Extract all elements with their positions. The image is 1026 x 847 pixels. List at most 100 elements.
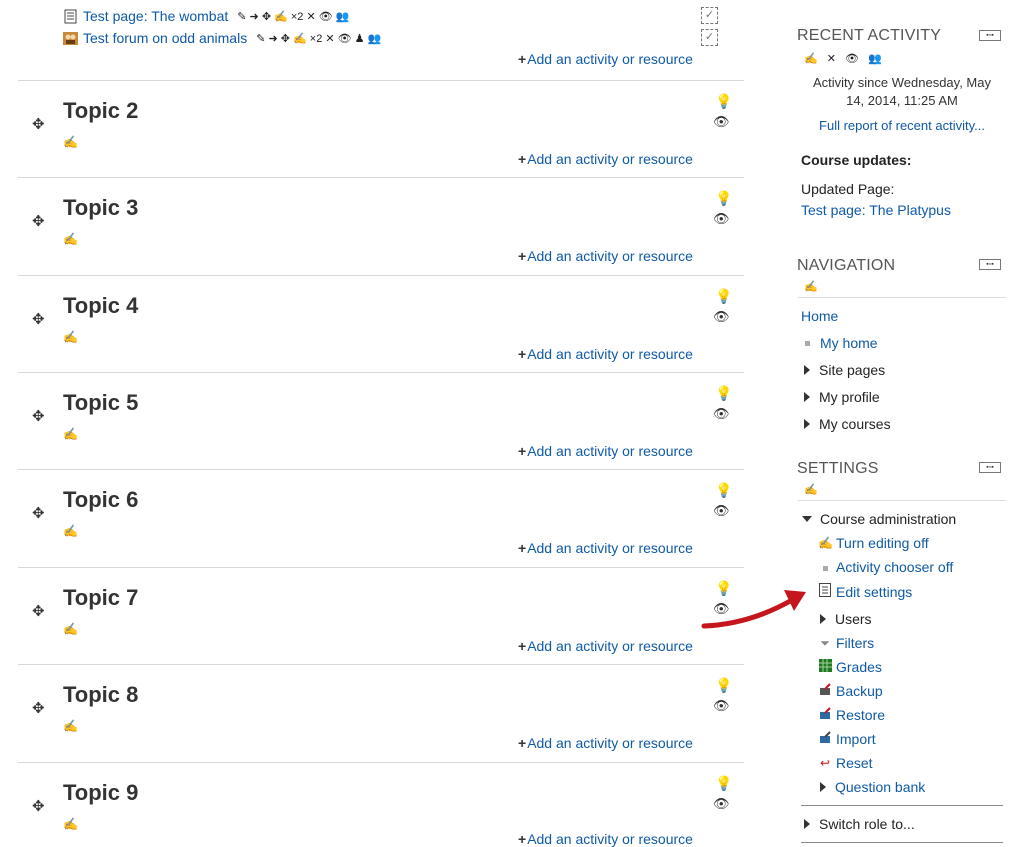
expand-icon[interactable] bbox=[804, 365, 810, 375]
edit-summary-icon[interactable]: ✍ bbox=[63, 817, 78, 831]
visibility-eye-icon[interactable]: 👁 bbox=[713, 796, 730, 812]
settings-users[interactable]: Users bbox=[820, 611, 872, 627]
side-column: RECENT ACTIVITY ▪▫▪ ✍ ✕ 👁 👥 Activity sin… bbox=[790, 0, 1016, 845]
import-icon bbox=[818, 731, 832, 747]
edit-icons[interactable]: ✎ ➜ ✥ ✍ ×2 ✕ 👁 ♟ 👥 bbox=[256, 32, 381, 45]
nav-home-link[interactable]: Home bbox=[801, 308, 838, 324]
topic-title: Topic 5 bbox=[63, 390, 139, 415]
divider bbox=[798, 297, 1006, 298]
edit-summary-icon[interactable]: ✍ bbox=[63, 330, 78, 344]
settings-question-bank[interactable]: Question bank bbox=[820, 779, 925, 795]
add-activity-link[interactable]: +Add an activity or resource bbox=[518, 346, 693, 362]
plus-icon: + bbox=[518, 443, 527, 459]
collapse-icon[interactable] bbox=[802, 516, 812, 522]
edit-summary-icon[interactable]: ✍ bbox=[63, 524, 78, 538]
settings-filters[interactable]: ⏷ Filters bbox=[818, 635, 874, 651]
move-icon[interactable]: ✥ bbox=[32, 602, 45, 620]
updated-page-link[interactable]: Test page: The Platypus bbox=[801, 202, 951, 218]
move-icon[interactable]: ✥ bbox=[32, 699, 45, 717]
expand-icon[interactable] bbox=[820, 782, 826, 792]
add-activity-link[interactable]: +Add an activity or resource bbox=[518, 151, 693, 167]
settings-turn-editing-off[interactable]: ✍ Turn editing off bbox=[818, 535, 929, 551]
settings-activity-chooser-off[interactable]: Activity chooser off bbox=[818, 559, 953, 575]
visibility-eye-icon[interactable]: 👁 bbox=[713, 698, 730, 714]
topic-section: ✥ Topic 8 ✍ 💡 👁 +Add an activity or reso… bbox=[18, 664, 744, 762]
expand-icon[interactable] bbox=[804, 392, 810, 402]
add-activity-link[interactable]: +Add an activity or resource bbox=[518, 443, 693, 459]
move-icon[interactable]: ✥ bbox=[32, 504, 45, 522]
highlight-bulb-icon[interactable]: 💡 bbox=[715, 93, 732, 110]
expand-icon[interactable] bbox=[804, 819, 810, 829]
visibility-eye-icon[interactable]: 👁 bbox=[713, 503, 730, 519]
move-icon[interactable]: ✥ bbox=[32, 115, 45, 133]
settings-page-icon bbox=[818, 583, 832, 600]
completion-checkbox[interactable]: ✓ bbox=[701, 7, 718, 24]
move-icon[interactable]: ✥ bbox=[32, 310, 45, 328]
topic-title: Topic 8 bbox=[63, 682, 139, 707]
visibility-eye-icon[interactable]: 👁 bbox=[713, 406, 730, 422]
visibility-eye-icon[interactable]: 👁 bbox=[713, 211, 730, 227]
activity-wombat[interactable]: Test page: The wombat ✎ ➜ ✥ ✍ ×2 ✕ 👁 👥 bbox=[63, 7, 349, 25]
settings-restore[interactable]: Restore bbox=[818, 707, 885, 723]
move-icon[interactable]: ✥ bbox=[32, 212, 45, 230]
visibility-eye-icon[interactable]: 👁 bbox=[713, 309, 730, 325]
edit-summary-icon[interactable]: ✍ bbox=[63, 622, 78, 636]
activity-link[interactable]: Test page: The wombat bbox=[83, 8, 228, 24]
divider bbox=[801, 805, 1003, 806]
block-dock-icon[interactable]: ▪▫▪ bbox=[979, 259, 1001, 270]
block-edit-icon[interactable]: ✍ bbox=[804, 483, 821, 496]
nav-site-pages[interactable]: Site pages bbox=[804, 362, 885, 378]
highlight-bulb-icon[interactable]: 💡 bbox=[715, 482, 732, 499]
activity-forum[interactable]: Test forum on odd animals ✎ ➜ ✥ ✍ ×2 ✕ 👁… bbox=[63, 29, 381, 47]
edit-icons[interactable]: ✎ ➜ ✥ ✍ ×2 ✕ 👁 👥 bbox=[237, 10, 349, 23]
add-activity-link[interactable]: +Add an activity or resource bbox=[518, 51, 693, 67]
visibility-eye-icon[interactable]: 👁 bbox=[713, 114, 730, 130]
settings-reset[interactable]: ↩ Reset bbox=[818, 755, 873, 771]
divider bbox=[801, 842, 1003, 843]
expand-icon[interactable] bbox=[820, 614, 826, 624]
reset-icon: ↩ bbox=[819, 756, 831, 770]
settings-import[interactable]: Import bbox=[818, 731, 876, 747]
topic-section: ✥ Topic 5 ✍ 💡 👁 +Add an activity or reso… bbox=[18, 372, 744, 470]
move-icon[interactable]: ✥ bbox=[32, 797, 45, 815]
add-activity-link[interactable]: +Add an activity or resource bbox=[518, 638, 693, 654]
nav-my-profile[interactable]: My profile bbox=[804, 389, 880, 405]
add-activity-link[interactable]: +Add an activity or resource bbox=[518, 540, 693, 556]
highlight-bulb-icon[interactable]: 💡 bbox=[715, 190, 732, 207]
settings-edit-settings[interactable]: Edit settings bbox=[818, 583, 912, 600]
move-icon[interactable]: ✥ bbox=[32, 407, 45, 425]
highlight-bulb-icon[interactable]: 💡 bbox=[715, 288, 732, 305]
navigation-title: NAVIGATION bbox=[797, 257, 896, 274]
course-administration[interactable]: Course administration bbox=[802, 511, 956, 527]
settings-backup[interactable]: Backup bbox=[818, 683, 883, 699]
expand-icon[interactable] bbox=[804, 419, 810, 429]
settings-grades[interactable]: Grades bbox=[818, 659, 882, 675]
highlight-bulb-icon[interactable]: 💡 bbox=[715, 775, 732, 792]
nav-my-courses[interactable]: My courses bbox=[804, 416, 891, 432]
add-activity-link[interactable]: +Add an activity or resource bbox=[518, 735, 693, 751]
activity-link[interactable]: Test forum on odd animals bbox=[83, 30, 247, 46]
full-report-link[interactable]: Full report of recent activity... bbox=[804, 118, 1000, 133]
edit-summary-icon[interactable]: ✍ bbox=[63, 719, 78, 733]
block-dock-icon[interactable]: ▪▫▪ bbox=[979, 30, 1001, 41]
topic-section: ✥ Topic 7 ✍ 💡 👁 +Add an activity or reso… bbox=[18, 567, 744, 665]
completion-checkbox[interactable]: ✓ bbox=[701, 29, 718, 46]
bullet-icon bbox=[805, 340, 810, 346]
switch-role[interactable]: Switch role to... bbox=[804, 816, 915, 832]
nav-my-home[interactable]: My home bbox=[805, 335, 878, 351]
block-edit-icons[interactable]: ✍ ✕ 👁 👥 bbox=[804, 52, 885, 65]
page-icon bbox=[63, 9, 78, 24]
highlight-bulb-icon[interactable]: 💡 bbox=[715, 385, 732, 402]
edit-summary-icon[interactable]: ✍ bbox=[63, 232, 78, 246]
edit-summary-icon[interactable]: ✍ bbox=[63, 135, 78, 149]
plus-icon: + bbox=[518, 346, 527, 362]
edit-summary-icon[interactable]: ✍ bbox=[63, 427, 78, 441]
topic-title: Topic 9 bbox=[63, 780, 139, 805]
highlight-bulb-icon[interactable]: 💡 bbox=[715, 677, 732, 694]
plus-icon: + bbox=[518, 735, 527, 751]
grades-icon bbox=[818, 659, 832, 675]
add-activity-link[interactable]: +Add an activity or resource bbox=[518, 248, 693, 264]
block-edit-icon[interactable]: ✍ bbox=[804, 280, 821, 293]
block-dock-icon[interactable]: ▪▫▪ bbox=[979, 462, 1001, 473]
topic-title: Topic 6 bbox=[63, 487, 139, 512]
